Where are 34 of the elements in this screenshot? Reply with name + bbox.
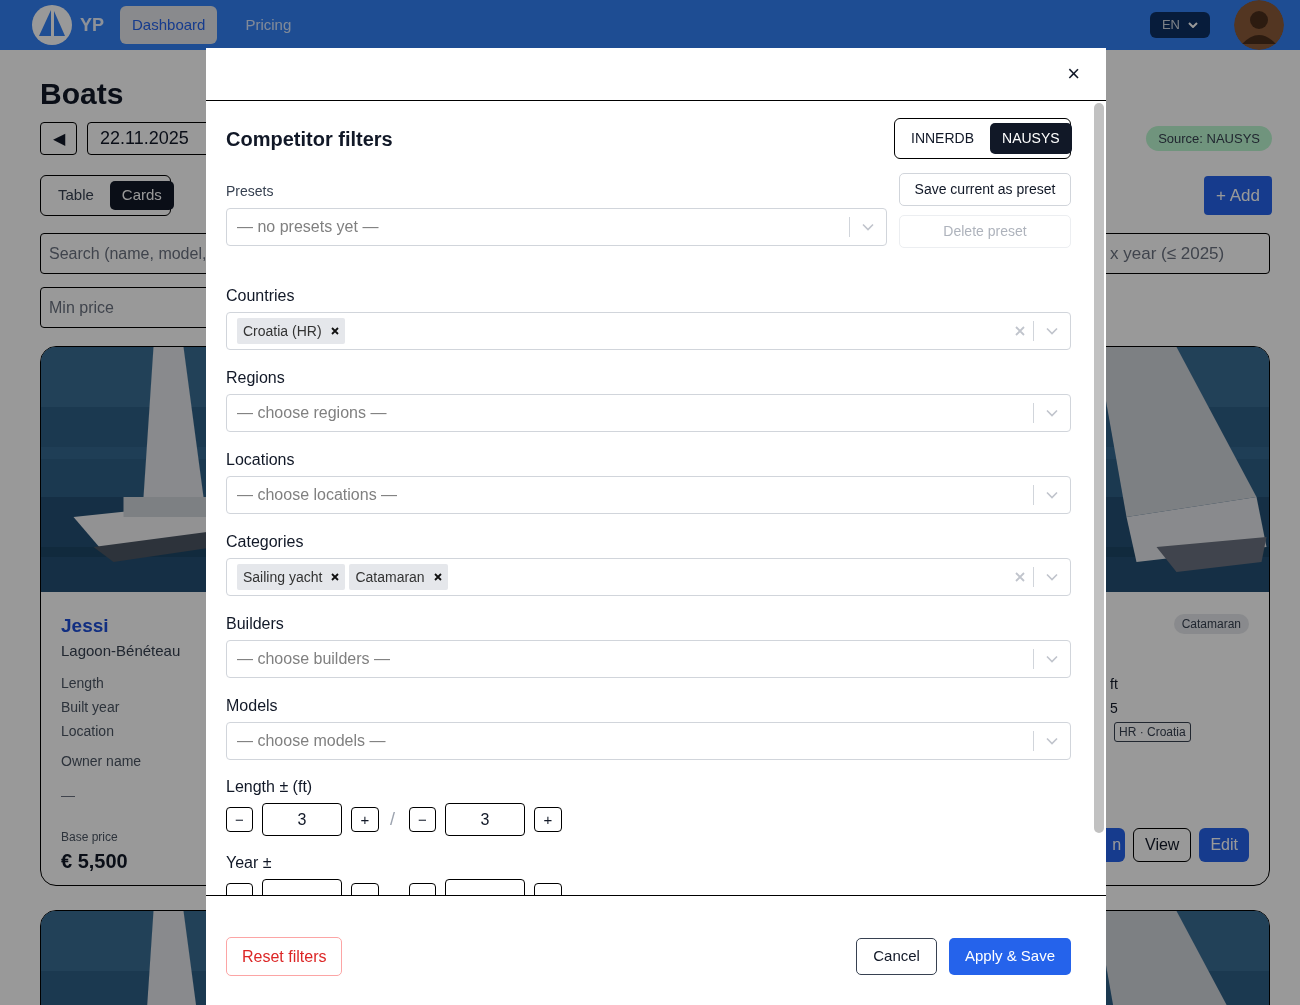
field-label: Year ± [226, 853, 273, 873]
chip-label: Catamaran [355, 567, 425, 587]
boat-model: Lagoon-Bénéteau [61, 641, 181, 661]
chip-label: Croatia (HR) [243, 321, 322, 341]
price-label: Base price [61, 828, 118, 846]
base-price: € 5,500 [61, 848, 128, 874]
field-label: Presets [226, 182, 275, 201]
spec-label: Owner name [61, 751, 142, 771]
source-badge: Source: NAUSYS [1146, 125, 1272, 152]
field-label: Builders [226, 614, 285, 634]
separator: / [389, 808, 396, 831]
field-label: Locations [226, 450, 296, 470]
spec-label: Length [61, 673, 104, 693]
category-badge: Catamaran [1173, 614, 1249, 634]
owner-value: — [61, 785, 75, 805]
dialog-title: Competitor filters [226, 126, 393, 152]
spec-value: ft [1110, 675, 1118, 694]
select-placeholder: — choose regions — [237, 403, 387, 423]
select-placeholder: — no presets yet — [237, 217, 379, 237]
select-placeholder: — choose builders — [237, 649, 390, 669]
field-label: Regions [226, 368, 286, 388]
field-label: Length ± (ft) [226, 777, 314, 797]
spec-value: 5 [1110, 699, 1118, 718]
select-placeholder: — choose models — [237, 731, 386, 751]
location-chip: HR · Croatia [1114, 722, 1191, 742]
chip-label: Sailing yacht [243, 567, 323, 587]
brand-name: YP [80, 13, 104, 37]
page-title: Boats [40, 76, 125, 112]
field-label: Models [226, 696, 279, 716]
select-placeholder: — choose locations — [237, 485, 398, 505]
spec-label: Built year [61, 697, 120, 717]
field-label: Categories [226, 532, 305, 552]
field-label: Countries [226, 286, 296, 306]
spec-label: Location [61, 721, 114, 741]
